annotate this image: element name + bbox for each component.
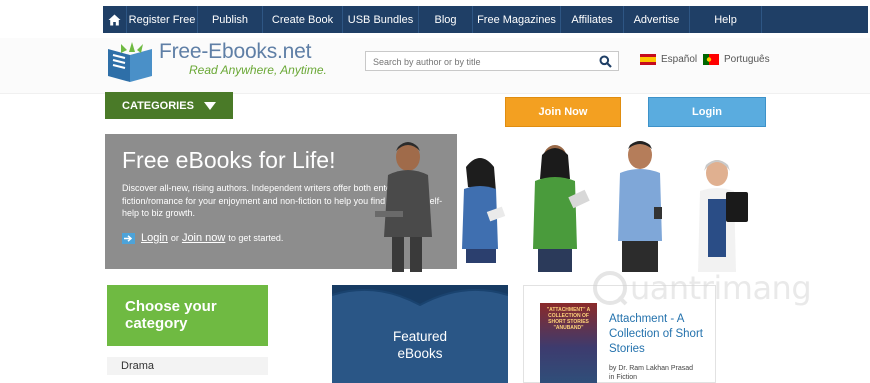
logo-name: Free-Ebooks.net [159,40,312,63]
hero-login-link[interactable]: Login [141,232,168,244]
nav-item-publish[interactable]: Publish [198,6,263,33]
search-icon[interactable] [599,55,612,73]
reader-man-shirt [618,141,662,272]
nav-item-help[interactable]: Help [690,6,762,33]
choose-category-line1: Choose your [125,298,217,315]
nav-item-free-magazines[interactable]: Free Magazines [473,6,561,33]
reader-girl-blue [462,158,506,263]
book-author: by Dr. Ram Lakhan Prasad [609,365,694,372]
home-icon[interactable] [103,6,127,33]
nav-item-blog[interactable]: Blog [419,6,473,33]
reader-woman-tablet [698,160,748,272]
nav-item-advertise[interactable]: Advertise [624,6,690,33]
book-cover[interactable]: "ATTACHMENT" A COLLECTION OF SHORT STORI… [540,303,597,383]
site-logo[interactable]: Free-Ebooks.net Read Anywhere, Anytime. [105,41,327,83]
book-logo-icon [108,42,152,82]
nav-item-affiliates[interactable]: Affiliates [561,6,624,33]
book-genre: in Fiction [609,374,638,381]
main-nav: Register Free Publish Create Book USB Bundl… [103,6,868,33]
spain-flag-icon [640,54,656,65]
readers-illustration [375,141,748,272]
hero-suffix-text: to get started. [228,233,284,243]
choose-category-panel: Choose your category [107,285,268,346]
reader-woman-green [533,145,590,272]
reader-man-suit [375,142,432,272]
search-box [365,51,619,71]
hero-join-link[interactable]: Join now [182,232,225,244]
language-portuguese[interactable]: Português [703,54,770,65]
featured-line1: Featured [392,329,448,344]
site-header: Free-Ebooks.net Read Anywhere, Anytime. … [0,38,870,94]
top-bar: Register Free Publish Create Book USB Bundl… [0,0,870,38]
language-portuguese-label: Português [724,54,770,65]
categories-label: CATEGORIES [122,99,194,112]
language-spanish-label: Español [661,54,698,65]
login-button[interactable]: Login [648,97,766,127]
nav-item-usb-bundles[interactable]: USB Bundles [343,6,419,33]
nav-item-create-book[interactable]: Create Book [263,6,343,33]
hero-or-text: or [170,233,179,243]
book-title-link[interactable]: Attachment - A Collection of Short Stori… [609,312,714,357]
portugal-flag-icon [703,54,719,65]
featured-line2: eBooks [397,346,443,361]
logo-tagline: Read Anywhere, Anytime. [189,63,327,77]
category-item-drama[interactable]: Drama [107,357,268,375]
arrow-right-icon [122,232,135,244]
featured-ebooks-panel: Featured eBooks [332,285,508,383]
nav-item-register-free[interactable]: Register Free [127,6,198,33]
watermark-text: uantrimang [630,269,812,307]
search-input[interactable] [366,53,586,71]
hero-title: Free eBooks for Life! [122,147,336,173]
book-cover-text: "ATTACHMENT" A COLLECTION OF SHORT STORI… [546,307,591,331]
choose-category-line2: category [125,315,188,332]
categories-button[interactable]: CATEGORIES [105,92,233,119]
watermark-logo-icon [593,271,628,306]
book-meta: by Dr. Ram Lakhan Prasad in Fiction [609,364,693,382]
caret-down-icon [203,101,216,110]
hero-cta: Login or Join now to get started. [122,232,286,244]
language-spanish[interactable]: Español [640,54,697,65]
join-now-button[interactable]: Join Now [505,97,621,127]
watermark: uantrimang [590,268,812,308]
